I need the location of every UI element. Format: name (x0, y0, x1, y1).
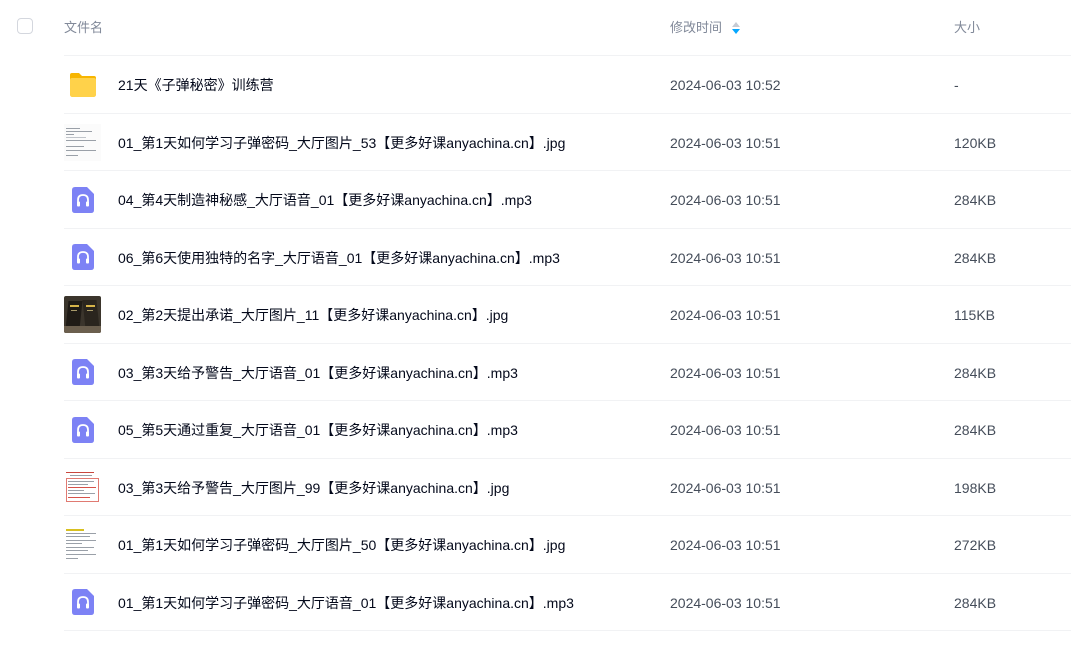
column-header-name[interactable]: 文件名 (64, 20, 103, 36)
file-list-header: 文件名 修改时间 大小 (0, 0, 1071, 56)
file-name[interactable]: 03_第3天给予警告_大厅图片_99【更多好课anyachina.cn】.jpg (118, 479, 509, 497)
file-size: 120KB (954, 134, 997, 151)
column-header-time-label: 修改时间 (670, 20, 723, 35)
file-name[interactable]: 01_第1天如何学习子弹密码_大厅图片_53【更多好课anyachina.cn】… (118, 134, 565, 152)
select-all-checkbox[interactable] (17, 18, 33, 34)
file-size: 198KB (954, 479, 997, 496)
image-thumbnail (64, 296, 101, 333)
file-name[interactable]: 01_第1天如何学习子弹密码_大厅语音_01【更多好课anyachina.cn】… (118, 594, 574, 612)
file-row[interactable]: 21天《子弹秘密》训练营 2024-06-03 10:52 - (0, 56, 1071, 114)
image-thumbnail (64, 123, 101, 161)
file-size: 284KB (954, 422, 997, 438)
audio-file-icon (64, 239, 101, 276)
column-header-size[interactable]: 大小 (954, 20, 980, 36)
folder-icon (64, 66, 101, 103)
image-thumbnail (64, 468, 101, 506)
file-modified-time: 2024-06-03 10:51 (670, 192, 781, 208)
file-modified-time: 2024-06-03 10:52 (670, 77, 781, 93)
file-row[interactable]: 04_第4天制造神秘感_大厅语音_01【更多好课anyachina.cn】.mp… (0, 171, 1071, 229)
sort-icon[interactable] (732, 21, 741, 34)
file-size: 284KB (954, 364, 997, 381)
file-row[interactable]: 01_第1天如何学习子弹密码_大厅语音_01【更多好课anyachina.cn】… (0, 574, 1071, 632)
file-modified-time: 2024-06-03 10:51 (670, 594, 781, 611)
file-name[interactable]: 02_第2天提出承诺_大厅图片_11【更多好课anyachina.cn】.jpg (118, 306, 508, 324)
file-size: 284KB (954, 249, 997, 266)
file-name[interactable]: 04_第4天制造神秘感_大厅语音_01【更多好课anyachina.cn】.mp… (118, 191, 532, 209)
file-modified-time: 2024-06-03 10:51 (670, 537, 781, 553)
file-modified-time: 2024-06-03 10:51 (670, 249, 781, 266)
file-row[interactable]: 01_第1天如何学习子弹密码_大厅图片_53【更多好课anyachina.cn】… (0, 114, 1071, 172)
file-size: 115KB (954, 307, 995, 323)
file-modified-time: 2024-06-03 10:51 (670, 364, 781, 381)
audio-file-icon (64, 411, 101, 448)
file-size: 284KB (954, 192, 997, 208)
file-row[interactable]: 05_第5天通过重复_大厅语音_01【更多好课anyachina.cn】.mp3… (0, 401, 1071, 459)
audio-file-icon (64, 584, 101, 621)
file-name[interactable]: 01_第1天如何学习子弹密码_大厅图片_50【更多好课anyachina.cn】… (118, 536, 565, 554)
file-modified-time: 2024-06-03 10:51 (670, 134, 781, 151)
file-modified-time: 2024-06-03 10:51 (670, 307, 781, 323)
file-modified-time: 2024-06-03 10:51 (670, 479, 781, 496)
audio-file-icon (64, 181, 101, 218)
file-row[interactable]: 01_第1天如何学习子弹密码_大厅图片_50【更多好课anyachina.cn】… (0, 516, 1071, 574)
column-header-time[interactable]: 修改时间 (670, 20, 741, 36)
file-name[interactable]: 06_第6天使用独特的名字_大厅语音_01【更多好课anyachina.cn】.… (118, 249, 560, 267)
file-row[interactable]: 03_第3天给予警告_大厅语音_01【更多好课anyachina.cn】.mp3… (0, 344, 1071, 402)
file-list: 21天《子弹秘密》训练营 2024-06-03 10:52 - 01_第1天如何… (0, 56, 1071, 631)
file-size: 272KB (954, 537, 997, 553)
file-row[interactable]: 02_第2天提出承诺_大厅图片_11【更多好课anyachina.cn】.jpg… (0, 286, 1071, 344)
file-size: - (954, 77, 959, 93)
file-name[interactable]: 05_第5天通过重复_大厅语音_01【更多好课anyachina.cn】.mp3 (118, 421, 518, 439)
audio-file-icon (64, 354, 101, 391)
file-modified-time: 2024-06-03 10:51 (670, 422, 781, 438)
file-name[interactable]: 03_第3天给予警告_大厅语音_01【更多好课anyachina.cn】.mp3 (118, 364, 518, 382)
image-thumbnail (64, 526, 101, 563)
file-row[interactable]: 03_第3天给予警告_大厅图片_99【更多好课anyachina.cn】.jpg… (0, 459, 1071, 517)
file-name[interactable]: 21天《子弹秘密》训练营 (118, 76, 274, 94)
file-row[interactable]: 06_第6天使用独特的名字_大厅语音_01【更多好课anyachina.cn】.… (0, 229, 1071, 287)
file-size: 284KB (954, 594, 997, 611)
